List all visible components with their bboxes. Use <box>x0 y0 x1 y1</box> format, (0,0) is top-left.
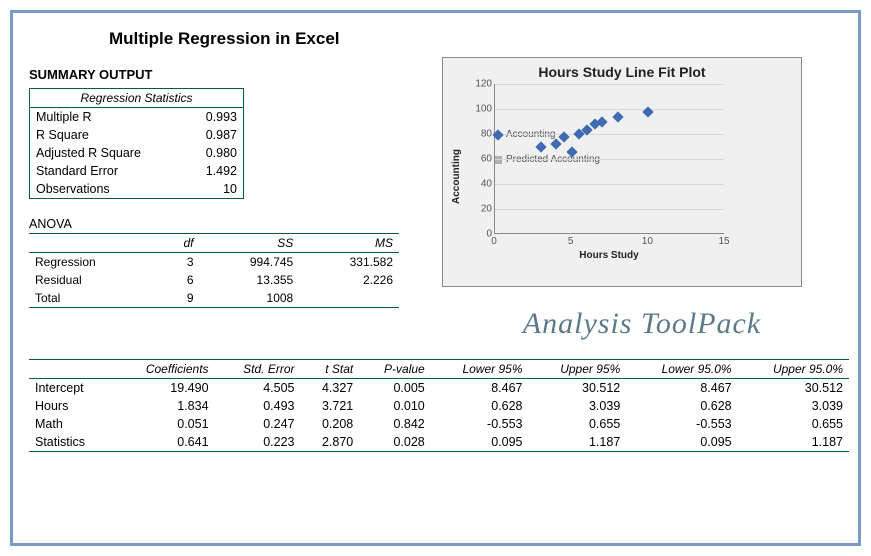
data-point <box>535 141 546 152</box>
anova-label: ANOVA <box>29 217 429 231</box>
table-row: Regression3994.745331.582 <box>29 253 399 272</box>
y-ticks: 020406080100120 <box>466 84 492 234</box>
table-row: R Square0.987 <box>30 126 244 144</box>
anova-table: df SS MS Regression3994.745331.582 Resid… <box>29 233 399 308</box>
y-axis-label: Accounting <box>449 84 464 269</box>
data-point <box>566 146 577 157</box>
table-row: Standard Error1.492 <box>30 162 244 180</box>
table-row: Residual613.3552.226 <box>29 271 399 289</box>
data-point <box>558 131 569 142</box>
table-row: Adjusted R Square0.980 <box>30 144 244 162</box>
summary-output-label: SUMMARY OUTPUT <box>29 67 429 82</box>
table-row: Statistics0.6410.2232.8700.0280.0951.187… <box>29 433 849 452</box>
chart-title: Hours Study Line Fit Plot <box>449 64 795 80</box>
table-row: Math0.0510.2470.2080.842-0.5530.655-0.55… <box>29 415 849 433</box>
table-row: Hours1.8340.4933.7210.0100.6283.0390.628… <box>29 397 849 415</box>
table-row: Intercept19.4904.5054.3270.0058.46730.51… <box>29 379 849 398</box>
data-point <box>551 138 562 149</box>
plot-area <box>494 84 724 234</box>
scatter-chart: Hours Study Line Fit Plot Accounting 020… <box>442 57 802 287</box>
x-axis-label: Hours Study <box>494 250 724 261</box>
table-row: Multiple R0.993 <box>30 108 244 127</box>
reg-stats-header: Regression Statistics <box>30 89 244 108</box>
table-row: Total91008 <box>29 289 399 308</box>
coefficients-table: Coefficients Std. Error t Stat P-value L… <box>29 359 849 452</box>
analysis-toolpack-label: Analysis ToolPack <box>442 307 842 341</box>
regression-statistics-table: Regression Statistics Multiple R0.993 R … <box>29 88 244 199</box>
data-point <box>612 111 623 122</box>
page-title: Multiple Regression in Excel <box>109 29 842 49</box>
document-frame: Multiple Regression in Excel SUMMARY OUT… <box>10 10 861 546</box>
table-row: Observations10 <box>30 180 244 199</box>
data-point <box>643 106 654 117</box>
